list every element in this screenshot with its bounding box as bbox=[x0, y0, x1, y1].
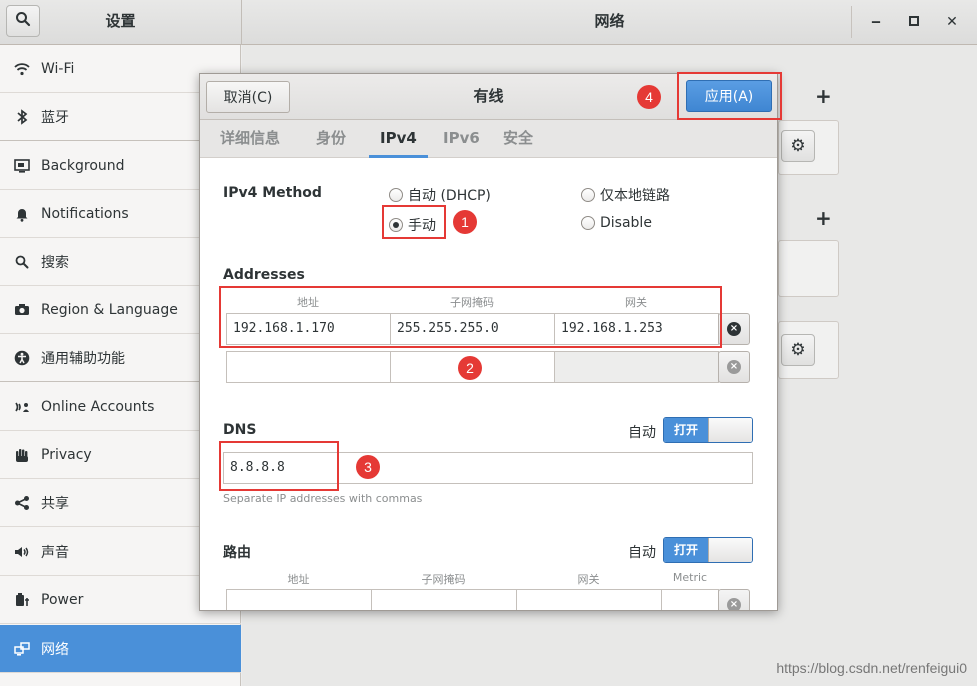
maximize-icon bbox=[909, 14, 919, 30]
gear-icon: ⚙ bbox=[790, 136, 806, 156]
network-icon bbox=[13, 640, 31, 658]
sidebar-item-label: 网络 bbox=[41, 641, 69, 658]
routes-auto-label: 自动 bbox=[628, 545, 656, 561]
annotation-badge-4: 4 bbox=[637, 85, 661, 109]
sidebar-item-label: 搜索 bbox=[41, 254, 69, 271]
route-netmask-input[interactable] bbox=[371, 589, 517, 610]
switch-on-label: 打开 bbox=[664, 538, 708, 562]
route-address-input[interactable] bbox=[226, 589, 372, 610]
bell-icon bbox=[13, 205, 31, 223]
column-header-address: 地址 bbox=[287, 573, 310, 586]
gear-icon: ⚙ bbox=[790, 340, 806, 360]
radio-label: 自动 (DHCP) bbox=[408, 188, 491, 204]
gateway-input[interactable] bbox=[554, 351, 719, 383]
speaker-icon bbox=[13, 543, 31, 561]
remove-icon: × bbox=[727, 360, 741, 374]
network-card bbox=[778, 240, 839, 297]
dns-label: DNS bbox=[223, 422, 257, 438]
watermark: https://blog.csdn.net/renfeigui0 bbox=[776, 660, 967, 676]
remove-address-button[interactable]: × bbox=[718, 351, 750, 383]
online-accounts-icon bbox=[13, 398, 31, 416]
remove-icon: × bbox=[727, 322, 741, 336]
routes-label: 路由 bbox=[223, 545, 251, 561]
column-header-metric: Metric bbox=[672, 571, 708, 584]
annotation-box-manual bbox=[382, 205, 446, 239]
switch-on-label: 打开 bbox=[664, 418, 708, 442]
close-icon: ✕ bbox=[946, 14, 958, 30]
dns-hint: Separate IP addresses with commas bbox=[223, 492, 423, 505]
switch-knob bbox=[708, 418, 752, 442]
accessibility-icon bbox=[13, 349, 31, 367]
radio-link-local[interactable]: 仅本地链路 bbox=[581, 185, 670, 205]
share-icon bbox=[13, 494, 31, 512]
column-header-netmask: 子网掩码 bbox=[421, 573, 466, 586]
address-input[interactable] bbox=[226, 351, 391, 383]
annotation-box-addresses bbox=[219, 286, 722, 348]
switch-knob bbox=[708, 538, 752, 562]
minimize-icon: ‒ bbox=[871, 14, 881, 30]
tab-ipv4[interactable]: IPv4 bbox=[369, 120, 428, 158]
ipv4-settings: IPv4 Method 自动 (DHCP) 仅本地链路 手动 Disable A… bbox=[200, 158, 777, 610]
bluetooth-icon bbox=[13, 108, 31, 126]
sidebar-item-label: Notifications bbox=[41, 205, 129, 222]
background-icon bbox=[13, 157, 31, 175]
annotation-badge-1: 1 bbox=[453, 210, 477, 234]
radio-indicator bbox=[581, 188, 595, 202]
annotation-badge-2: 2 bbox=[458, 356, 482, 380]
power-icon bbox=[13, 591, 31, 609]
column-header-gateway: 网关 bbox=[577, 573, 600, 586]
dialog-tabs: 详细信息 身份 IPv4 IPv6 安全 bbox=[200, 120, 777, 158]
add-connection-button[interactable]: + bbox=[815, 206, 832, 230]
routes-auto-switch[interactable]: 打开 bbox=[663, 537, 753, 563]
tab-identity[interactable]: 身份 bbox=[316, 120, 346, 158]
sidebar-item-label: 声音 bbox=[41, 544, 69, 561]
radio-disable[interactable]: Disable bbox=[581, 215, 652, 231]
remove-route-button[interactable]: × bbox=[718, 589, 750, 610]
cancel-button[interactable]: 取消(C) bbox=[206, 81, 290, 113]
tab-details[interactable]: 详细信息 bbox=[220, 120, 280, 158]
annotation-badge-3: 3 bbox=[356, 455, 380, 479]
radio-label: 仅本地链路 bbox=[600, 188, 670, 204]
ipv4-method-label: IPv4 Method bbox=[223, 185, 322, 201]
dns-auto-switch[interactable]: 打开 bbox=[663, 417, 753, 443]
sidebar-item-label: Wi-Fi bbox=[41, 60, 75, 77]
settings-title: 设置 bbox=[105, 12, 136, 30]
sidebar-item-label: Online Accounts bbox=[41, 398, 155, 415]
sidebar-item-network[interactable]: 网络 bbox=[0, 625, 241, 673]
wifi-icon bbox=[13, 60, 31, 78]
search-icon bbox=[13, 253, 31, 271]
sidebar-item-label: Background bbox=[41, 157, 125, 174]
radio-indicator bbox=[581, 216, 595, 230]
radio-dhcp[interactable]: 自动 (DHCP) bbox=[389, 185, 491, 205]
settings-button[interactable]: ⚙ bbox=[781, 334, 815, 366]
sidebar-item-label: Power bbox=[41, 591, 84, 608]
radio-label: Disable bbox=[600, 215, 652, 231]
header-bar: 设置 网络 ‒ ✕ bbox=[0, 0, 977, 45]
route-gateway-input[interactable] bbox=[516, 589, 662, 610]
hand-icon bbox=[13, 446, 31, 464]
sidebar-item-label: 通用辅助功能 bbox=[41, 350, 125, 367]
window-controls-divider bbox=[851, 6, 852, 38]
sidebar-item-label: 蓝牙 bbox=[41, 109, 69, 126]
camera-icon bbox=[13, 301, 31, 319]
annotation-box-dns bbox=[219, 441, 339, 491]
tab-security[interactable]: 安全 bbox=[503, 120, 533, 158]
sidebar-item-label: 共享 bbox=[41, 495, 69, 512]
dns-auto-label: 自动 bbox=[628, 425, 656, 441]
remove-address-button[interactable]: × bbox=[718, 313, 750, 345]
remove-icon: × bbox=[727, 598, 741, 610]
annotation-box-apply bbox=[677, 72, 782, 120]
maximize-button[interactable] bbox=[900, 8, 928, 36]
settings-button[interactable]: ⚙ bbox=[781, 130, 815, 162]
tab-ipv6[interactable]: IPv6 bbox=[443, 120, 480, 158]
sidebar-item-label: Privacy bbox=[41, 446, 92, 463]
minimize-button[interactable]: ‒ bbox=[862, 8, 890, 36]
sidebar-item-label: Region & Language bbox=[41, 301, 178, 318]
add-vpn-button[interactable]: + bbox=[815, 84, 832, 108]
addresses-label: Addresses bbox=[223, 267, 305, 283]
radio-indicator bbox=[389, 188, 403, 202]
close-button[interactable]: ✕ bbox=[938, 8, 966, 36]
route-metric-input[interactable] bbox=[661, 589, 719, 610]
